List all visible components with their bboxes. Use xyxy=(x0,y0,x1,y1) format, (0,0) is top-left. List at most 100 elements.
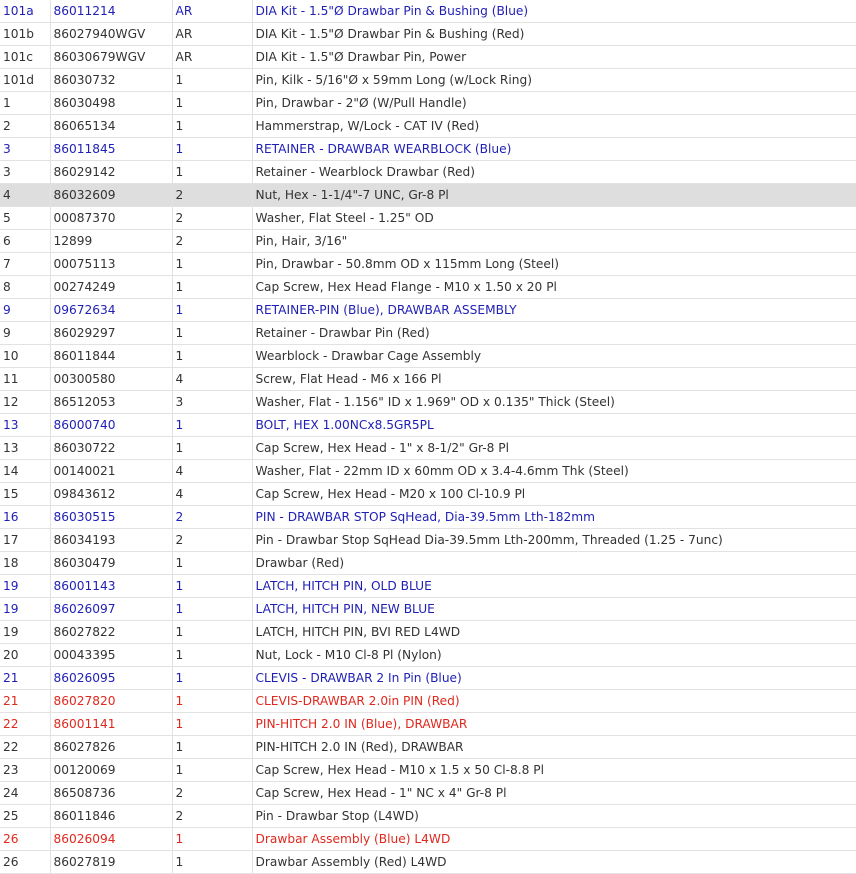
table-row[interactable]: 18 86030479 1 Drawbar (Red) xyxy=(0,551,856,575)
description-cell: PIN - DRAWBAR STOP SqHead, Dia-39.5mm Lt… xyxy=(251,505,856,529)
description-cell: Pin, Hair, 3/16" xyxy=(251,229,856,253)
ref-number-cell: 14 xyxy=(0,459,50,483)
part-number-cell: 86030515 xyxy=(49,505,172,529)
table-row[interactable]: 10 86011844 1 Wearblock - Drawbar Cage Asse… xyxy=(0,344,856,368)
quantity-cell: 1 xyxy=(171,91,252,115)
part-number-cell: 86011214 xyxy=(49,0,172,23)
ref-number-cell: 13 xyxy=(0,413,50,437)
ref-number-cell: 22 xyxy=(0,735,50,759)
part-number-cell: 86027826 xyxy=(49,735,172,759)
part-number-cell: 86027822 xyxy=(49,620,172,644)
quantity-cell: 1 xyxy=(171,275,252,299)
quantity-cell: 1 xyxy=(171,436,252,460)
description-cell: LATCH, HITCH PIN, BVI RED L4WD xyxy=(251,620,856,644)
table-row[interactable]: 8 00274249 1 Cap Screw, Hex Head Flange - M… xyxy=(0,275,856,299)
table-row[interactable]: 22 86027826 1 PIN-HITCH 2.0 IN (Red), DRAWB… xyxy=(0,735,856,759)
ref-number-cell: 4 xyxy=(0,183,50,207)
part-number-cell: 00075113 xyxy=(49,252,172,276)
ref-number-cell: 101b xyxy=(0,22,50,46)
ref-number-cell: 3 xyxy=(0,160,50,184)
table-row[interactable]: 2 86065134 1 Hammerstrap, W/Lock - CAT IV (… xyxy=(0,114,856,138)
part-number-cell: 09672634 xyxy=(49,298,172,322)
ref-number-cell: 15 xyxy=(0,482,50,506)
table-row[interactable]: 19 86026097 1 LATCH, HITCH PIN, NEW BLUE xyxy=(0,597,856,621)
quantity-cell: 1 xyxy=(171,298,252,322)
description-cell: Cap Screw, Hex Head - 1" x 8-1/2" Gr-8 P… xyxy=(251,436,856,460)
quantity-cell: 4 xyxy=(171,367,252,391)
quantity-cell: 1 xyxy=(171,597,252,621)
quantity-cell: 1 xyxy=(171,160,252,184)
ref-number-cell: 2 xyxy=(0,114,50,138)
table-row[interactable]: 7 00075113 1 Pin, Drawbar - 50.8mm OD x 115… xyxy=(0,252,856,276)
table-row[interactable]: 101d 86030732 1 Pin, Kilk - 5/16"Ø x 59mm L… xyxy=(0,68,856,92)
table-row[interactable]: 3 86029142 1 Retainer - Wearblock Drawbar (… xyxy=(0,160,856,184)
quantity-cell: 2 xyxy=(171,528,252,552)
part-number-cell: 86032609 xyxy=(49,183,172,207)
part-number-cell: 86029142 xyxy=(49,160,172,184)
quantity-cell: 1 xyxy=(171,666,252,690)
ref-number-cell: 26 xyxy=(0,827,50,851)
table-row[interactable]: 21 86027820 1 CLEVIS-DRAWBAR 2.0in PIN (Red… xyxy=(0,689,856,713)
table-row[interactable]: 101a 86011214 AR DIA Kit - 1.5"Ø Drawbar Pi… xyxy=(0,0,856,23)
table-row[interactable]: 16 86030515 2 PIN - DRAWBAR STOP SqHead, Di… xyxy=(0,505,856,529)
ref-number-cell: 24 xyxy=(0,781,50,805)
part-number-cell: 86029297 xyxy=(49,321,172,345)
table-row[interactable]: 25 86011846 2 Pin - Drawbar Stop (L4WD) xyxy=(0,804,856,828)
table-row[interactable]: 19 86027822 1 LATCH, HITCH PIN, BVI RED L4W… xyxy=(0,620,856,644)
part-number-cell: 86011846 xyxy=(49,804,172,828)
part-number-cell: 86030722 xyxy=(49,436,172,460)
part-number-cell: 00300580 xyxy=(49,367,172,391)
table-row[interactable]: 19 86001143 1 LATCH, HITCH PIN, OLD BLUE xyxy=(0,574,856,598)
table-row[interactable]: 14 00140021 4 Washer, Flat - 22mm ID x 60mm… xyxy=(0,459,856,483)
table-row[interactable]: 17 86034193 2 Pin - Drawbar Stop SqHead Dia… xyxy=(0,528,856,552)
ref-number-cell: 10 xyxy=(0,344,50,368)
parts-table: 101a 86011214 AR DIA Kit - 1.5"Ø Drawbar Pi… xyxy=(0,0,856,874)
ref-number-cell: 9 xyxy=(0,321,50,345)
table-row[interactable]: 101c 86030679WGV AR DIA Kit - 1.5"Ø Drawbar… xyxy=(0,45,856,69)
description-cell: Retainer - Wearblock Drawbar (Red) xyxy=(251,160,856,184)
part-number-cell: 86026094 xyxy=(49,827,172,851)
quantity-cell: 4 xyxy=(171,482,252,506)
description-cell: RETAINER - DRAWBAR WEARBLOCK (Blue) xyxy=(251,137,856,161)
table-row[interactable]: 6 12899 2 Pin, Hair, 3/16" xyxy=(0,229,856,253)
part-number-cell: 86065134 xyxy=(49,114,172,138)
quantity-cell: 1 xyxy=(171,137,252,161)
description-cell: Pin - Drawbar Stop SqHead Dia-39.5mm Lth… xyxy=(251,528,856,552)
quantity-cell: 1 xyxy=(171,758,252,782)
quantity-cell: AR xyxy=(171,0,252,23)
table-row[interactable]: 11 00300580 4 Screw, Flat Head - M6 x 166 P… xyxy=(0,367,856,391)
description-cell: Washer, Flat - 1.156" ID x 1.969" OD x 0… xyxy=(251,390,856,414)
table-row[interactable]: 5 00087370 2 Washer, Flat Steel - 1.25" OD xyxy=(0,206,856,230)
ref-number-cell: 11 xyxy=(0,367,50,391)
table-row[interactable]: 4 86032609 2 Nut, Hex - 1-1/4"-7 UNC, Gr-8 … xyxy=(0,183,856,207)
quantity-cell: 1 xyxy=(171,114,252,138)
quantity-cell: 2 xyxy=(171,229,252,253)
table-row[interactable]: 1 86030498 1 Pin, Drawbar - 2"Ø (W/Pull Han… xyxy=(0,91,856,115)
part-number-cell: 86000740 xyxy=(49,413,172,437)
table-row[interactable]: 26 86026094 1 Drawbar Assembly (Blue) L4WD xyxy=(0,827,856,851)
table-row[interactable]: 101b 86027940WGV AR DIA Kit - 1.5"Ø Drawbar… xyxy=(0,22,856,46)
table-row[interactable]: 13 86000740 1 BOLT, HEX 1.00NCx8.5GR5PL xyxy=(0,413,856,437)
table-row[interactable]: 23 00120069 1 Cap Screw, Hex Head - M10 x 1… xyxy=(0,758,856,782)
table-row[interactable]: 15 09843612 4 Cap Screw, Hex Head - M20 x 1… xyxy=(0,482,856,506)
table-row[interactable]: 22 86001141 1 PIN-HITCH 2.0 IN (Blue), DRAW… xyxy=(0,712,856,736)
ref-number-cell: 25 xyxy=(0,804,50,828)
table-row[interactable]: 13 86030722 1 Cap Screw, Hex Head - 1" x 8-… xyxy=(0,436,856,460)
part-number-cell: 86011844 xyxy=(49,344,172,368)
part-number-cell: 86026095 xyxy=(49,666,172,690)
part-number-cell: 86508736 xyxy=(49,781,172,805)
quantity-cell: 1 xyxy=(171,712,252,736)
table-row[interactable]: 20 00043395 1 Nut, Lock - M10 Cl-8 Pl (Nylo… xyxy=(0,643,856,667)
quantity-cell: 2 xyxy=(171,505,252,529)
description-cell: Washer, Flat Steel - 1.25" OD xyxy=(251,206,856,230)
table-row[interactable]: 21 86026095 1 CLEVIS - DRAWBAR 2 In Pin (Bl… xyxy=(0,666,856,690)
table-row[interactable]: 9 86029297 1 Retainer - Drawbar Pin (Red) xyxy=(0,321,856,345)
ref-number-cell: 19 xyxy=(0,574,50,598)
table-row[interactable]: 24 86508736 2 Cap Screw, Hex Head - 1" NC x… xyxy=(0,781,856,805)
ref-number-cell: 5 xyxy=(0,206,50,230)
table-row[interactable]: 9 09672634 1 RETAINER-PIN (Blue), DRAWBAR A… xyxy=(0,298,856,322)
table-row[interactable]: 3 86011845 1 RETAINER - DRAWBAR WEARBLOCK (… xyxy=(0,137,856,161)
table-row[interactable]: 12 86512053 3 Washer, Flat - 1.156" ID x 1.… xyxy=(0,390,856,414)
description-cell: Nut, Hex - 1-1/4"-7 UNC, Gr-8 Pl xyxy=(251,183,856,207)
quantity-cell: 1 xyxy=(171,68,252,92)
